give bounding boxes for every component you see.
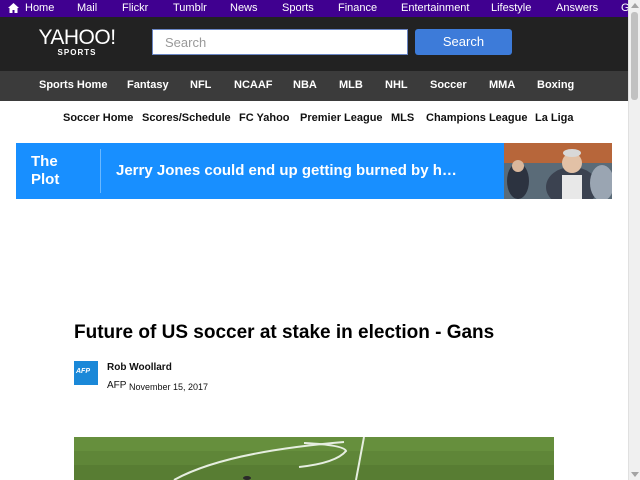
search-input[interactable] — [152, 29, 408, 55]
top-nav-flickr[interactable]: Flickr — [122, 1, 148, 16]
page-scrollbar[interactable] — [628, 0, 640, 480]
subnav-champions-league[interactable]: Champions League — [426, 111, 527, 126]
sports-nav: Sports Home Fantasy NFL NCAAF NBA MLB NH… — [0, 71, 628, 101]
top-nav-mail[interactable]: Mail — [77, 1, 97, 16]
the-plot-banner[interactable]: The Plot Jerry Jones could end up gettin… — [16, 143, 612, 199]
soccer-subnav: Soccer Home Scores/Schedule FC Yahoo Pre… — [0, 101, 628, 135]
logo-main-text: YAHOO! — [38, 26, 116, 49]
sports-nav-nhl[interactable]: NHL — [385, 78, 408, 93]
subnav-fc-yahoo[interactable]: FC Yahoo — [239, 111, 290, 126]
provider-logo-text: AFP — [76, 368, 90, 375]
the-plot-label-line1: The — [31, 153, 58, 170]
sports-nav-nba[interactable]: NBA — [293, 78, 317, 93]
yahoo-sports-logo[interactable]: YAHOO! SPORTS — [38, 27, 116, 63]
provider-logo[interactable]: AFP — [74, 361, 98, 385]
sports-nav-sports-home[interactable]: Sports Home — [39, 78, 107, 93]
top-nav: Home Mail Flickr Tumblr News Sports Fina… — [0, 0, 628, 17]
sports-nav-boxing[interactable]: Boxing — [537, 78, 574, 93]
subnav-la-liga[interactable]: La Liga — [535, 111, 574, 126]
top-nav-home[interactable]: Home — [25, 1, 54, 16]
top-nav-lifestyle[interactable]: Lifestyle — [491, 1, 531, 16]
top-nav-entertainment[interactable]: Entertainment — [401, 1, 469, 16]
scrollbar-thumb[interactable] — [631, 12, 638, 100]
the-plot-label-line2: Plot — [31, 171, 60, 188]
site-header: YAHOO! SPORTS Search — [0, 17, 628, 71]
sports-nav-mlb[interactable]: MLB — [339, 78, 363, 93]
article-title: Future of US soccer at stake in election… — [74, 322, 495, 343]
article-provider[interactable]: AFP — [107, 380, 126, 392]
article-hero-image — [74, 437, 554, 480]
home-icon[interactable] — [8, 3, 19, 13]
top-nav-answers[interactable]: Answers — [556, 1, 598, 16]
banner-divider — [100, 149, 101, 193]
sports-nav-fantasy[interactable]: Fantasy — [127, 78, 169, 93]
sports-nav-soccer[interactable]: Soccer — [430, 78, 467, 93]
logo-sub-text: SPORTS — [57, 48, 97, 57]
subnav-mls[interactable]: MLS — [391, 111, 414, 126]
subnav-premier-league[interactable]: Premier League — [300, 111, 383, 126]
sports-nav-ncaaf[interactable]: NCAAF — [234, 78, 273, 93]
top-nav-overflow-item[interactable]: G — [621, 1, 628, 16]
banner-thumbnail-image[interactable] — [504, 143, 612, 199]
article-date: November 15, 2017 — [129, 382, 209, 392]
the-plot-label: The Plot — [31, 153, 59, 189]
subnav-soccer-home[interactable]: Soccer Home — [63, 111, 133, 126]
top-nav-sports[interactable]: Sports — [282, 1, 314, 16]
article-author[interactable]: Rob Woollard — [107, 362, 172, 374]
scroll-down-arrow-icon[interactable] — [631, 472, 639, 477]
top-nav-tumblr[interactable]: Tumblr — [173, 1, 207, 16]
search-button[interactable]: Search — [415, 29, 512, 55]
top-nav-news[interactable]: News — [230, 1, 258, 16]
top-nav-finance[interactable]: Finance — [338, 1, 377, 16]
banner-headline[interactable]: Jerry Jones could end up getting burned … — [116, 161, 457, 180]
subnav-scores-schedule[interactable]: Scores/Schedule — [142, 111, 231, 126]
sports-nav-mma[interactable]: MMA — [489, 78, 515, 93]
scroll-up-arrow-icon[interactable] — [631, 3, 639, 8]
sports-nav-nfl[interactable]: NFL — [190, 78, 211, 93]
